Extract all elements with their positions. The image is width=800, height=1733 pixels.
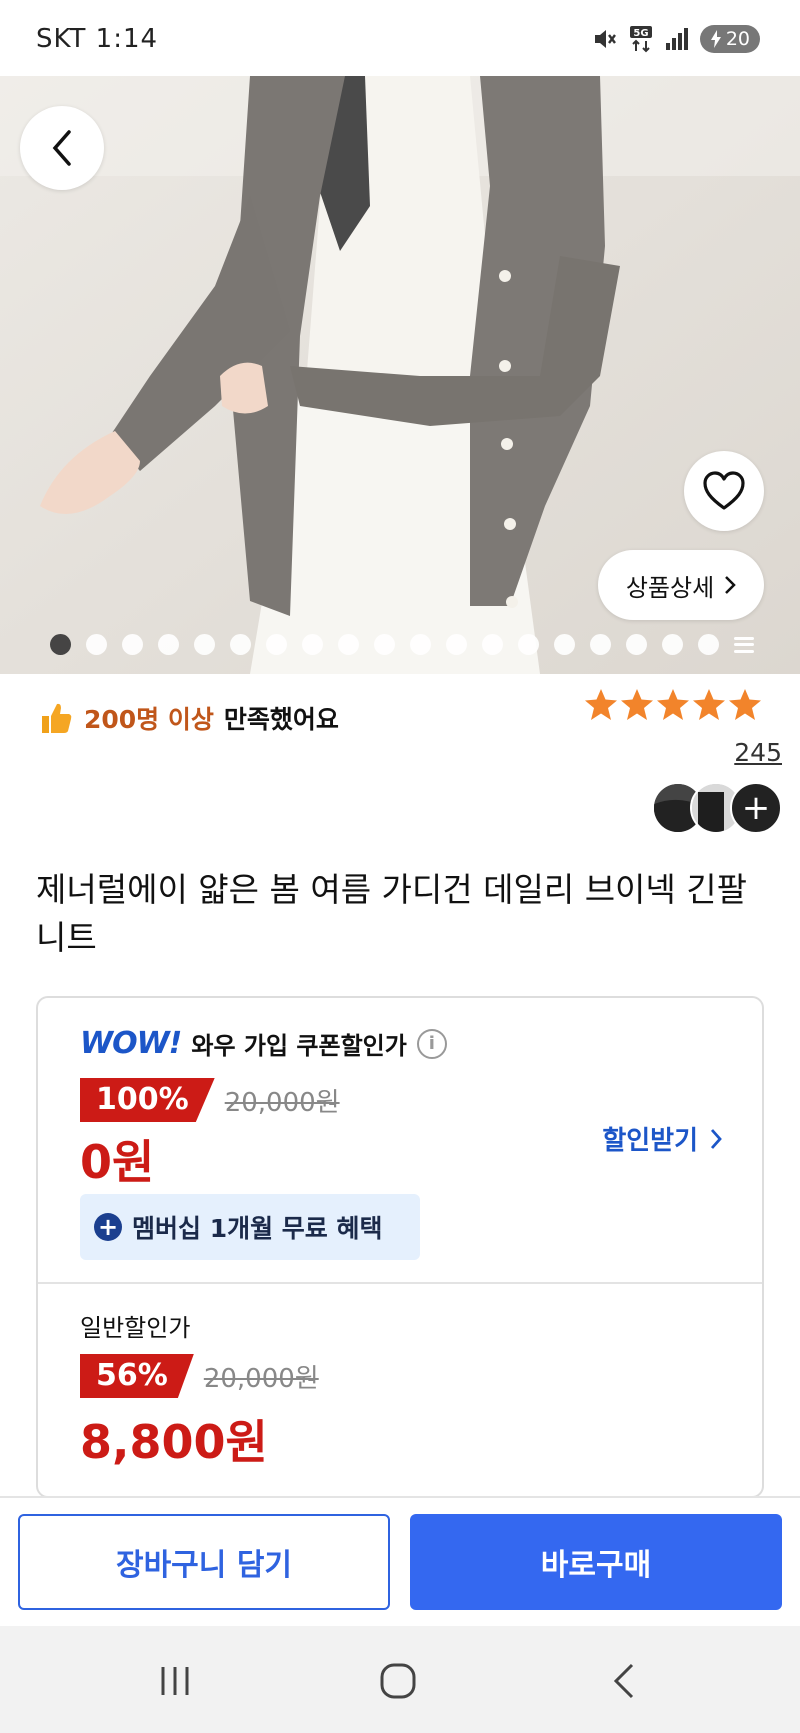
carousel-dot[interactable] <box>554 634 575 655</box>
add-to-cart-button[interactable]: 장바구니 담기 <box>18 1514 390 1610</box>
heart-icon <box>703 471 745 510</box>
carousel-dot[interactable] <box>86 634 107 655</box>
system-nav-bar <box>0 1626 800 1733</box>
carousel-dot[interactable] <box>662 634 683 655</box>
mute-icon <box>595 30 616 48</box>
carousel-dot[interactable] <box>50 634 71 655</box>
chevron-right-icon <box>725 576 736 594</box>
home-icon <box>380 1663 416 1699</box>
product-title: 제너럴에이 얇은 봄 여름 가디건 데일리 브이넥 긴팔 니트 <box>36 870 747 957</box>
back-button[interactable] <box>20 106 104 190</box>
star-icon <box>729 689 761 720</box>
normal-discount-row: 56% 20,000원 <box>80 1354 319 1398</box>
carousel-dot[interactable] <box>590 634 611 655</box>
membership-benefit-label: 멤버십 1개월 무료 혜택 <box>132 1214 383 1243</box>
carousel-dot[interactable] <box>410 634 431 655</box>
review-photo-thumbnails[interactable]: + <box>652 782 782 834</box>
back-arrow-icon <box>613 1663 634 1699</box>
carousel-dot[interactable] <box>518 634 539 655</box>
satisfaction-text: 만족했어요 <box>223 705 339 734</box>
price-box: WOW! 와우 가입 쿠폰할인가 i 100% 20,000원 0원 할인받기 … <box>36 996 764 1498</box>
wow-header: WOW! 와우 가입 쿠폰할인가 i <box>80 1026 447 1061</box>
review-count-link[interactable]: 245 <box>734 738 782 767</box>
carousel-more-icon <box>734 636 754 653</box>
wow-price: 0원 <box>80 1135 155 1189</box>
carousel-dot[interactable] <box>374 634 395 655</box>
carousel-dot[interactable] <box>698 634 719 655</box>
chevron-right-icon <box>710 1128 722 1149</box>
chevron-left-icon <box>52 130 71 166</box>
battery-level: 20 <box>725 28 750 50</box>
star-icon <box>621 689 653 720</box>
carousel-dot[interactable] <box>482 634 503 655</box>
product-image-carousel[interactable]: 상품상세 <box>0 76 800 674</box>
carousel-dot[interactable] <box>158 634 179 655</box>
carousel-dot[interactable] <box>266 634 287 655</box>
carousel-dot[interactable] <box>230 634 251 655</box>
product-detail-button[interactable]: 상품상세 <box>598 550 764 620</box>
charging-bolt-icon <box>711 30 721 48</box>
recent-apps-icon <box>161 1667 189 1695</box>
info-icon[interactable]: i <box>416 1028 447 1059</box>
star-rating[interactable] <box>584 688 762 722</box>
star-icon <box>693 689 725 720</box>
get-discount-link[interactable]: 할인받기 <box>602 1120 722 1157</box>
plus-circle-icon: + <box>94 1213 122 1241</box>
wishlist-button[interactable] <box>684 451 764 531</box>
carousel-indicator <box>50 634 754 655</box>
wow-discount-row: 100% 20,000원 <box>80 1078 340 1122</box>
normal-price: 8,800원 <box>80 1415 268 1469</box>
wow-original-price: 20,000원 <box>224 1087 340 1118</box>
signal-5g-icon: 5G <box>630 26 652 53</box>
status-bar: SKT 1:14 5G 20 <box>0 0 800 76</box>
carousel-dot[interactable] <box>446 634 467 655</box>
svg-text:5G: 5G <box>633 28 648 39</box>
status-time: SKT 1:14 <box>36 24 159 54</box>
carousel-dot[interactable] <box>338 634 359 655</box>
thumbs-up-icon <box>42 703 72 733</box>
satisfaction-summary: 200명 이상 만족했어요 <box>38 700 339 736</box>
get-discount-label: 할인받기 <box>602 1126 698 1156</box>
star-icon <box>657 689 689 720</box>
normal-price-label: 일반할인가 <box>80 1314 191 1342</box>
more-reviews-plus-icon[interactable]: + <box>730 782 782 834</box>
back-nav-button[interactable] <box>594 1656 654 1706</box>
home-button[interactable] <box>368 1656 428 1706</box>
wow-price-label: 와우 가입 쿠폰할인가 <box>191 1032 407 1060</box>
carousel-dot[interactable] <box>122 634 143 655</box>
normal-original-price: 20,000원 <box>203 1363 319 1394</box>
membership-benefit-chip[interactable]: + 멤버십 1개월 무료 혜택 <box>80 1194 420 1260</box>
star-icon <box>585 689 617 720</box>
normal-discount-badge: 56% <box>80 1354 194 1398</box>
product-detail-label: 상품상세 <box>625 573 715 602</box>
carousel-dot[interactable] <box>626 634 647 655</box>
carousel-dot[interactable] <box>194 634 215 655</box>
wow-price-section: WOW! 와우 가입 쿠폰할인가 i 100% 20,000원 0원 할인받기 … <box>38 998 762 1284</box>
carousel-dot[interactable] <box>302 634 323 655</box>
wow-logo: WOW! <box>80 1026 182 1061</box>
signal-bars-icon <box>666 28 688 50</box>
bottom-action-bar: 장바구니 담기 바로구매 <box>0 1496 800 1626</box>
wow-discount-badge: 100% <box>80 1078 215 1122</box>
satisfaction-count: 200명 이상 <box>84 705 214 734</box>
status-icons: 5G 20 <box>592 24 760 54</box>
battery-indicator: 20 <box>700 25 760 53</box>
recent-apps-button[interactable] <box>145 1656 205 1706</box>
buy-now-button[interactable]: 바로구매 <box>410 1514 782 1610</box>
